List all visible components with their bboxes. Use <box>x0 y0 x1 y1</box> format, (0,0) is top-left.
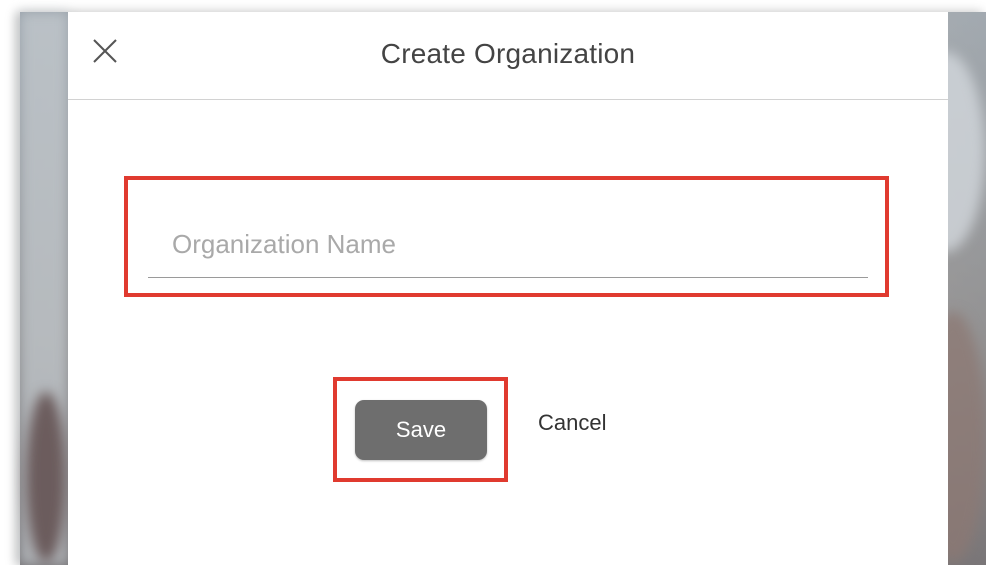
screen: Create Organization Save Cancel <box>0 0 986 565</box>
dialog-header: Create Organization <box>68 12 948 100</box>
save-button[interactable]: Save <box>355 400 487 460</box>
cancel-button[interactable]: Cancel <box>538 410 606 436</box>
organization-name-input[interactable] <box>148 212 868 278</box>
create-organization-dialog: Create Organization Save Cancel <box>68 12 948 565</box>
dialog-title: Create Organization <box>380 38 636 69</box>
